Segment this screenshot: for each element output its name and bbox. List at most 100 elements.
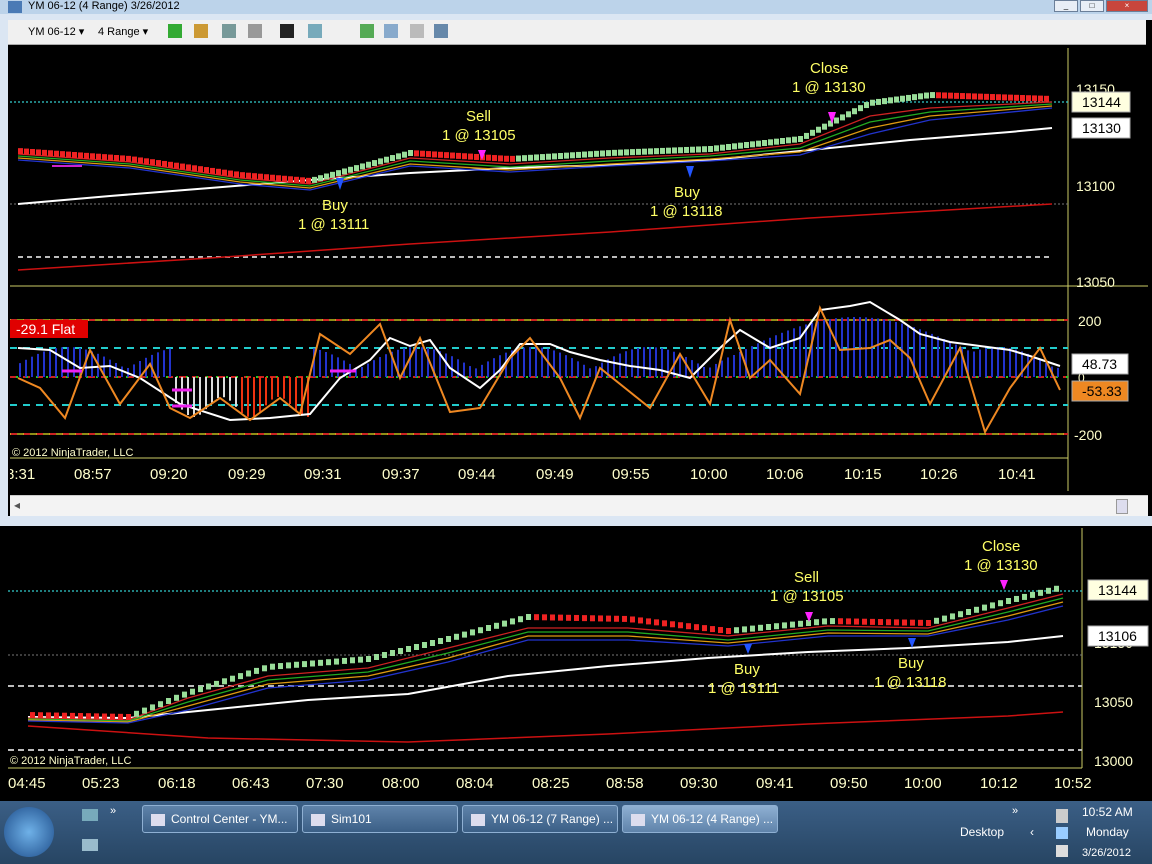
close-button[interactable]: × (1106, 0, 1148, 12)
network-icon[interactable] (1056, 809, 1068, 823)
price-bar (516, 155, 521, 162)
lower-chart-panel[interactable]: Buy 1 @ 13111 Sell 1 @ 13105 Buy 1 @ 131… (8, 528, 1152, 796)
price-bar (406, 646, 411, 652)
order-label-sell: Sell (466, 108, 491, 125)
price-bar (86, 713, 91, 720)
desktop-toolbar[interactable]: Desktop (960, 825, 1004, 839)
price-bar (358, 656, 363, 663)
price-bar (518, 616, 523, 623)
price-bar (684, 146, 689, 153)
x-label: 10:00 (904, 775, 942, 792)
zoom-icon[interactable] (222, 24, 236, 38)
price-bar (454, 633, 459, 640)
price-bar (90, 153, 95, 160)
quick-launch-chevron-icon[interactable]: » (110, 805, 116, 817)
price-bar (654, 619, 659, 626)
order-detail-buy-2: 1 @ 13118 (650, 203, 723, 220)
maximize-button[interactable]: □ (1080, 0, 1104, 12)
volume-icon[interactable] (1056, 845, 1068, 857)
price-bar (582, 615, 587, 622)
price-bar (492, 155, 497, 162)
pan-icon[interactable] (248, 24, 262, 38)
price-bar (270, 174, 275, 181)
period-selector[interactable]: 4 Range ▾ (98, 25, 148, 38)
clock-date[interactable]: 3/26/2012 (1082, 847, 1131, 859)
x-label: 08:00 (382, 775, 420, 792)
price-bar (900, 95, 905, 102)
strategies-icon[interactable] (384, 24, 398, 38)
price-bar (126, 714, 131, 720)
x-label: 10:52 (1054, 775, 1092, 792)
lower-order-label-close: Close (982, 538, 1020, 555)
windows-taskbar: » Control Center - YM... Sim101 YM 06-12… (0, 801, 1152, 864)
price-bar (918, 619, 923, 626)
osc-tag-white: 48.73 (1082, 356, 1117, 372)
window-title-bar: YM 06-12 (4 Range) 3/26/2012 _ □ × (0, 0, 1152, 14)
scroll-left-icon[interactable]: ◂ (14, 498, 20, 512)
price-bar (942, 615, 947, 622)
price-bar (510, 618, 515, 625)
price-bar (134, 710, 139, 717)
clock-day[interactable]: Monday (1086, 825, 1129, 839)
price-bar (302, 661, 307, 668)
clock-time[interactable]: 10:52 AM (1082, 805, 1133, 819)
price-bar (598, 615, 603, 622)
price-bar (204, 167, 209, 174)
desktop-chevron-icon[interactable]: ‹ (1030, 825, 1034, 839)
crosshair-icon[interactable] (280, 24, 294, 38)
task-ym-7-range[interactable]: YM 06-12 (7 Range) ... (462, 805, 618, 833)
price-bar (852, 108, 857, 115)
price-bar (768, 139, 773, 146)
indicators-icon[interactable] (360, 24, 374, 38)
price-bar (158, 701, 163, 708)
task-ym-4-range[interactable]: YM 06-12 (4 Range) ... (622, 805, 778, 833)
price-bar (710, 626, 715, 633)
price-bar (672, 147, 677, 154)
instrument-selector[interactable]: YM 06-12 ▾ (28, 25, 84, 38)
price-bar (110, 713, 115, 720)
price-bar (576, 151, 581, 158)
minimize-button[interactable]: _ (1054, 0, 1078, 12)
x-label: 09:55 (612, 466, 650, 483)
data-box-icon[interactable] (308, 24, 322, 38)
price-bar (354, 165, 359, 172)
price-bar (774, 138, 779, 145)
task-sim101[interactable]: Sim101 (302, 805, 458, 833)
price-bar (1038, 95, 1043, 102)
price-bar (642, 148, 647, 155)
chart-style-icon[interactable] (168, 24, 182, 38)
scroll-thumb[interactable] (1116, 499, 1128, 514)
drawing-tool-icon[interactable] (194, 24, 208, 38)
upper-chart-panel[interactable]: Buy 1 @ 13111 Sell 1 @ 13105 Buy 1 @ 131… (6, 48, 1148, 491)
price-bar (286, 662, 291, 669)
price-bar (126, 155, 131, 162)
price-bar (870, 618, 875, 625)
price-bar (814, 619, 819, 626)
price-bar (726, 144, 731, 150)
task-control-center[interactable]: Control Center - YM... (142, 805, 298, 833)
start-button[interactable] (4, 807, 54, 857)
price-bar (378, 158, 383, 165)
x-label: 10:15 (844, 466, 882, 483)
price-bar (600, 150, 605, 157)
price-bar (864, 102, 869, 109)
price-bar (270, 663, 275, 670)
price-bar (894, 619, 899, 626)
price-bar (550, 614, 555, 621)
templates-icon[interactable] (434, 24, 448, 38)
price-bar (198, 166, 203, 173)
horizontal-scrollbar[interactable]: ◂ (10, 495, 1148, 516)
quick-launch-icon[interactable] (82, 839, 98, 851)
show-desktop-icon[interactable] (82, 809, 98, 821)
price-bar (402, 151, 407, 158)
price-bar (936, 92, 941, 99)
order-label-close: Close (810, 60, 848, 77)
price-bar (330, 171, 335, 178)
properties-icon[interactable] (410, 24, 424, 38)
action-center-icon[interactable] (1056, 827, 1068, 839)
price-bar (566, 614, 571, 621)
price-bar (162, 160, 167, 167)
tray-chevron-icon[interactable]: » (1012, 805, 1018, 817)
price-bar (756, 140, 761, 147)
price-bar (834, 117, 839, 124)
